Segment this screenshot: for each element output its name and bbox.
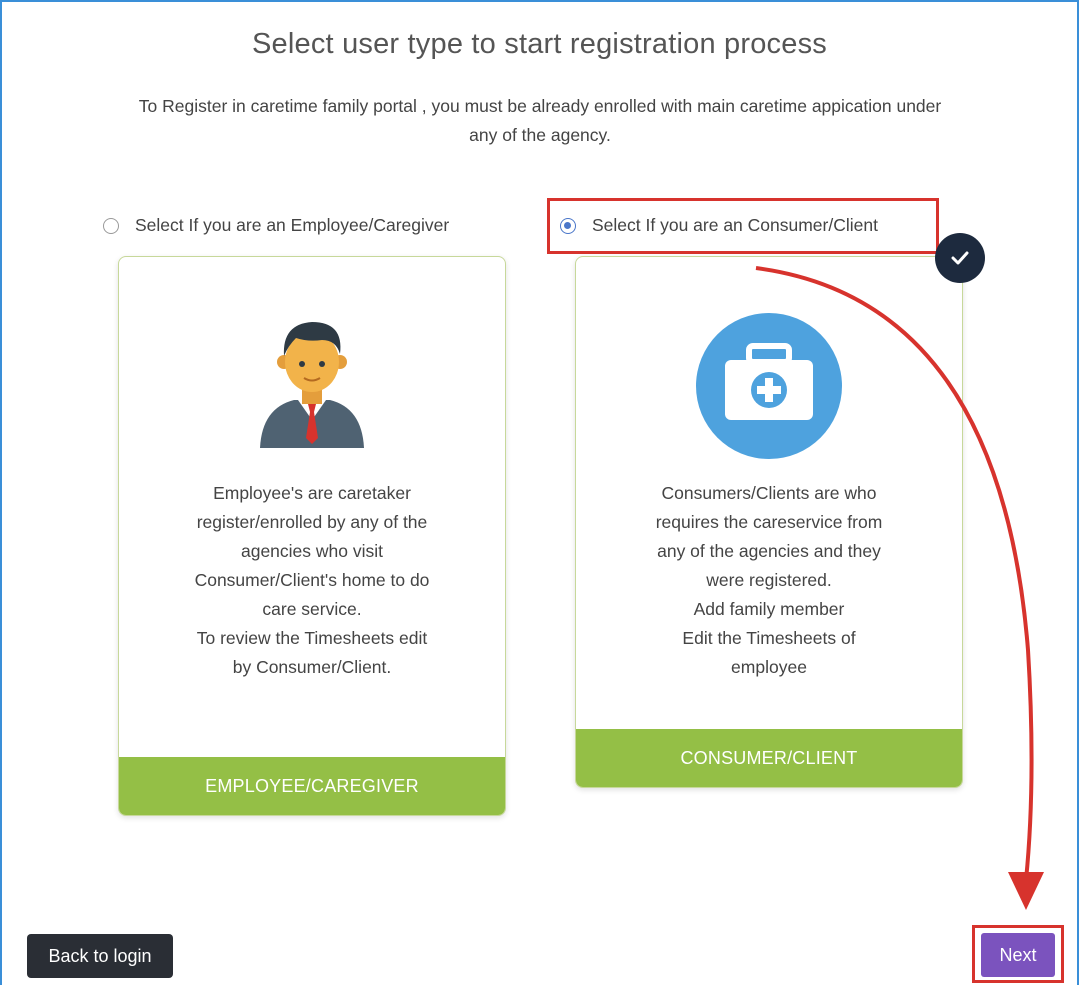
consumer-card-footer[interactable]: CONSUMER/CLIENT (576, 729, 962, 787)
employee-avatar-icon (119, 312, 505, 452)
consumer-radio-highlight (547, 198, 939, 254)
employee-card-footer[interactable]: EMPLOYEE/CAREGIVER (119, 757, 505, 815)
page-title: Select user type to start registration p… (252, 28, 827, 60)
selected-check-icon (935, 233, 985, 283)
radio-employee-label: Select If you are an Employee/Caregiver (135, 215, 450, 235)
employee-card[interactable]: Employee's are caretaker register/enroll… (118, 256, 506, 816)
consumer-card[interactable]: Consumers/Clients are who requires the c… (575, 256, 963, 788)
next-button[interactable]: Next (981, 933, 1055, 977)
employee-description: Employee's are caretaker register/enroll… (194, 483, 430, 677)
consumer-description: Consumers/Clients are who requires the c… (655, 483, 883, 677)
back-to-login-button[interactable]: Back to login (27, 934, 173, 978)
page-subtitle: To Register in caretime family portal , … (138, 96, 942, 145)
radio-employee[interactable] (103, 217, 119, 234)
radio-option-employee[interactable]: Select If you are an Employee/Caregiver (103, 215, 449, 236)
medical-kit-icon (576, 312, 962, 460)
